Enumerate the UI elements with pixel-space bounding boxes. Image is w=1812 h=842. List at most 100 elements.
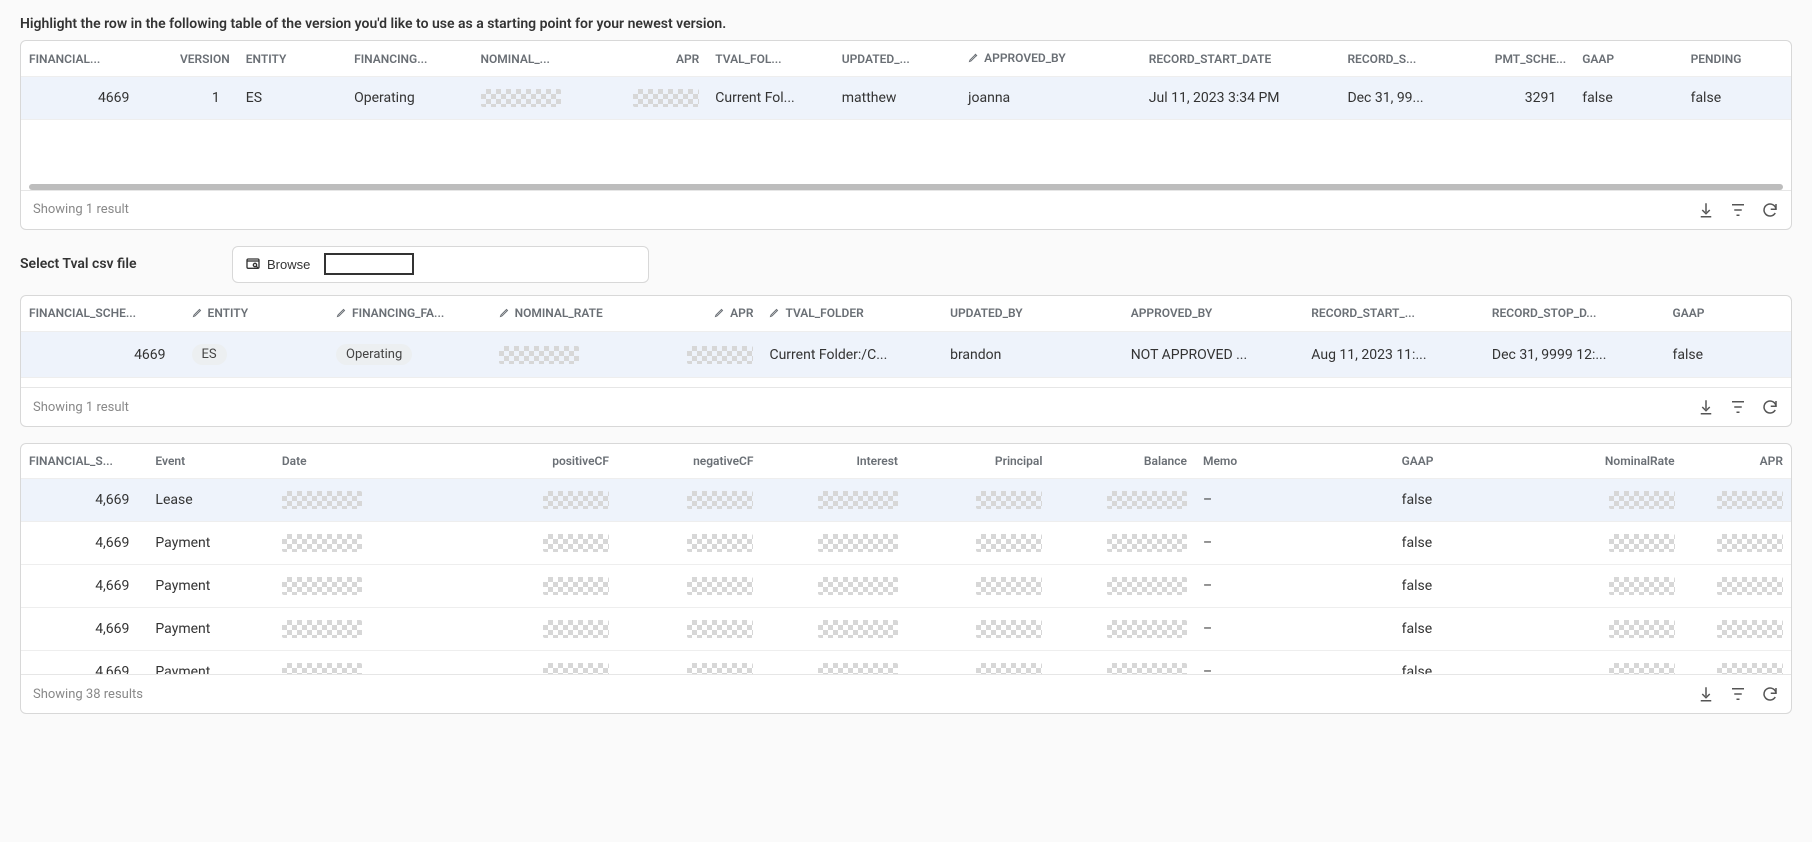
cell-approved-by: NOT APPROVED ...	[1123, 332, 1304, 378]
col-pmt-sche[interactable]: PMT_SCHE...	[1466, 41, 1574, 77]
col-updated[interactable]: UPDATED_...	[834, 41, 960, 77]
cell-pending: false	[1683, 77, 1791, 120]
col-memo[interactable]: Memo	[1195, 444, 1394, 479]
cell-record-s: Dec 31, 99...	[1339, 77, 1465, 120]
col-financial[interactable]: FINANCIAL...	[21, 41, 147, 77]
cell-balance	[1050, 651, 1194, 675]
cell-nominal-rate	[491, 332, 654, 378]
download-icon[interactable]	[1697, 398, 1715, 416]
col-financial-s[interactable]: FINANCIAL_S...	[21, 444, 147, 479]
cell-balance	[1050, 479, 1194, 522]
browse-label: Browse	[267, 257, 310, 272]
col-nominal-rate[interactable]: NOMINAL_RATE	[491, 296, 654, 332]
col-event[interactable]: Event	[147, 444, 273, 479]
refresh-icon[interactable]	[1761, 201, 1779, 219]
cell-negativecf	[617, 479, 761, 522]
col-gaap[interactable]: GAAP	[1394, 444, 1538, 479]
col-financing-fa[interactable]: FINANCING_FA...	[328, 296, 491, 332]
cell-nominal-rate	[1538, 651, 1682, 675]
cell-date	[274, 608, 473, 651]
table-row[interactable]: 4,669Lease–false	[21, 479, 1791, 522]
filter-icon[interactable]	[1729, 201, 1747, 219]
cell-negativecf	[617, 565, 761, 608]
pencil-icon	[714, 306, 726, 321]
panel-footer: Showing 1 result	[21, 387, 1791, 426]
cell-principal	[906, 651, 1050, 675]
cell-negativecf	[617, 608, 761, 651]
col-balance[interactable]: Balance	[1050, 444, 1194, 479]
col-version[interactable]: VERSION	[147, 41, 237, 77]
col-record-s[interactable]: RECORD_S...	[1339, 41, 1465, 77]
col-record-start[interactable]: RECORD_START_...	[1303, 296, 1484, 332]
col-updated-by[interactable]: UPDATED_BY	[942, 296, 1123, 332]
cell-positivecf	[473, 522, 617, 565]
download-icon[interactable]	[1697, 201, 1715, 219]
col-entity[interactable]: ENTITY	[184, 296, 328, 332]
version-table-panel: FINANCIAL... VERSION ENTITY FINANCING...…	[20, 40, 1792, 230]
col-financing[interactable]: FINANCING...	[346, 41, 472, 77]
cell-tval-folder: Current Fol...	[707, 77, 833, 120]
cell-tval-folder: Current Folder:/C...	[761, 332, 942, 378]
col-pending[interactable]: PENDING	[1683, 41, 1791, 77]
col-tval-folder[interactable]: TVAL_FOLDER	[761, 296, 942, 332]
col-apr[interactable]: APR	[1683, 444, 1791, 479]
col-gaap[interactable]: GAAP	[1574, 41, 1682, 77]
col-financial-sche[interactable]: FINANCIAL_SCHE...	[21, 296, 184, 332]
table-row[interactable]: 4,669Payment–false	[21, 608, 1791, 651]
refresh-icon[interactable]	[1761, 685, 1779, 703]
col-negativecf[interactable]: negativeCF	[617, 444, 761, 479]
col-record-stop[interactable]: RECORD_STOP_D...	[1484, 296, 1665, 332]
col-nominal-rate[interactable]: NominalRate	[1538, 444, 1682, 479]
col-tval-folder[interactable]: TVAL_FOL...	[707, 41, 833, 77]
detail-scroll[interactable]: FINANCIAL_S... Event Date positiveCF neg…	[21, 444, 1791, 674]
cell-financial-sche: 4669	[21, 332, 184, 378]
cell-date	[274, 522, 473, 565]
col-gaap[interactable]: GAAP	[1665, 296, 1791, 332]
file-picker[interactable]: Browse	[232, 246, 649, 283]
col-date[interactable]: Date	[274, 444, 473, 479]
col-record-start[interactable]: RECORD_START_DATE	[1141, 41, 1340, 77]
cell-apr	[1683, 522, 1791, 565]
cell-financial-s: 4,669	[21, 651, 147, 675]
col-principal[interactable]: Principal	[906, 444, 1050, 479]
table-header-row: FINANCIAL... VERSION ENTITY FINANCING...…	[21, 41, 1791, 77]
col-positivecf[interactable]: positiveCF	[473, 444, 617, 479]
file-input[interactable]	[324, 253, 414, 275]
table-row[interactable]: 4669 ES Operating Current Folder:/C... b…	[21, 332, 1791, 378]
col-approved-by[interactable]: APPROVED_BY	[960, 41, 1141, 77]
download-icon[interactable]	[1697, 685, 1715, 703]
col-approved-by[interactable]: APPROVED_BY	[1123, 296, 1304, 332]
col-nominal[interactable]: NOMINAL_...	[473, 41, 599, 77]
instruction-text: Highlight the row in the following table…	[20, 16, 1792, 32]
col-interest[interactable]: Interest	[761, 444, 905, 479]
pencil-icon	[336, 306, 348, 321]
browse-button[interactable]: Browse	[239, 251, 316, 278]
col-financing-label: FINANCING_FA...	[352, 306, 444, 320]
table-row[interactable]: 4669 1 ES Operating Current Fol... matth…	[21, 77, 1791, 120]
pencil-icon	[499, 306, 511, 321]
cell-entity[interactable]: ES	[184, 332, 328, 378]
filter-icon[interactable]	[1729, 685, 1747, 703]
draft-table: FINANCIAL_SCHE... ENTITY FINANCING_FA...…	[21, 296, 1791, 377]
col-apr-label: APR	[730, 306, 753, 320]
cell-financing-fa[interactable]: Operating	[328, 332, 491, 378]
detail-table: FINANCIAL_S... Event Date positiveCF neg…	[21, 444, 1791, 674]
table-row[interactable]: 4,669Payment–false	[21, 565, 1791, 608]
cell-event: Payment	[147, 651, 273, 675]
col-entity[interactable]: ENTITY	[238, 41, 346, 77]
cell-gaap: false	[1394, 522, 1538, 565]
cell-financial: 4669	[21, 77, 147, 120]
col-approved-by-label: APPROVED_BY	[984, 51, 1066, 65]
cell-version: 1	[147, 77, 237, 120]
cell-apr	[1683, 651, 1791, 675]
cell-financial-s: 4,669	[21, 479, 147, 522]
cell-nominal-rate	[1538, 479, 1682, 522]
filter-icon[interactable]	[1729, 398, 1747, 416]
col-apr[interactable]: APR	[599, 41, 707, 77]
table-row[interactable]: 4,669Payment–false	[21, 651, 1791, 675]
cell-approved-by: joanna	[960, 77, 1141, 120]
table-header-row: FINANCIAL_SCHE... ENTITY FINANCING_FA...…	[21, 296, 1791, 332]
table-row[interactable]: 4,669Payment–false	[21, 522, 1791, 565]
col-apr[interactable]: APR	[653, 296, 761, 332]
refresh-icon[interactable]	[1761, 398, 1779, 416]
